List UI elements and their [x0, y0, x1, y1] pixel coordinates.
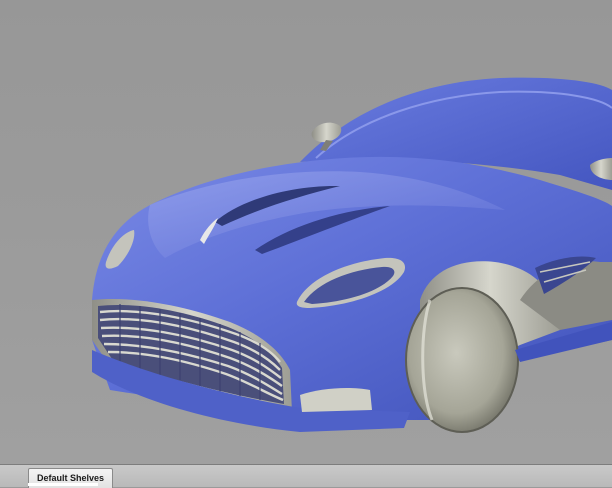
car-model-render [92, 77, 612, 433]
3d-viewport[interactable] [0, 0, 612, 464]
